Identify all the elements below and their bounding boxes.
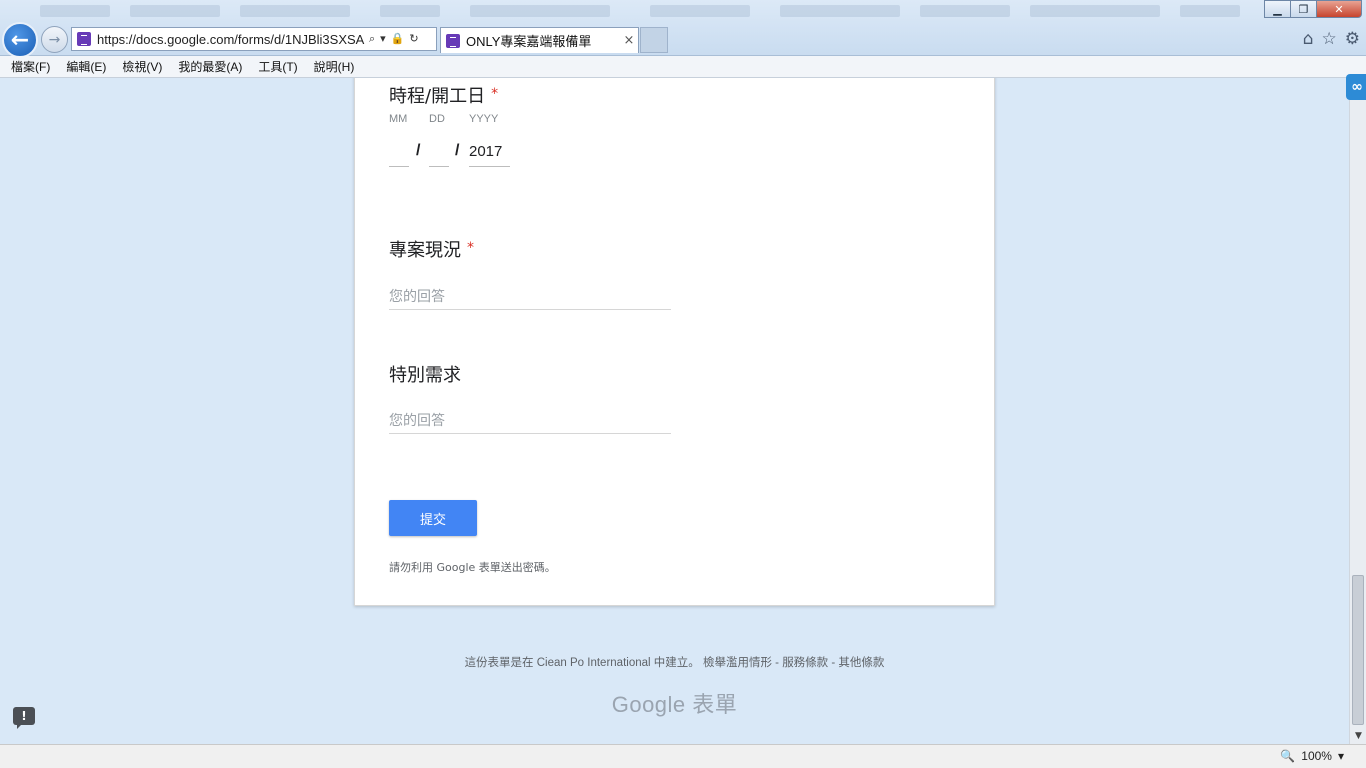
vertical-scrollbar[interactable]: ▲ ▼: [1349, 78, 1366, 744]
footer-separator: -: [828, 657, 839, 669]
dropdown-icon[interactable]: ▾: [380, 32, 386, 46]
background-window-strip: [0, 0, 1260, 22]
scroll-thumb[interactable]: [1352, 575, 1364, 725]
google-forms-logo[interactable]: Google 表單: [0, 687, 1349, 719]
terms-link[interactable]: 服務條款: [782, 657, 828, 669]
date-separator: /: [455, 142, 460, 159]
form-card: 時程/開工日 * MM DD YYYY / / 2017 專案現況 * 您的回答 特…: [354, 78, 995, 606]
page-viewport: 時程/開工日 * MM DD YYYY / / 2017 專案現況 * 您的回答 特…: [0, 78, 1349, 744]
report-abuse-link[interactable]: 檢舉濫用情形: [703, 657, 772, 669]
back-arrow-icon: ←: [10, 27, 30, 53]
new-tab-button[interactable]: [640, 27, 668, 53]
close-window-button[interactable]: ✕: [1316, 0, 1362, 18]
settings-gear-icon[interactable]: ⚙: [1345, 29, 1360, 49]
status-question-title: 專案現況 *: [389, 236, 474, 262]
tab-active[interactable]: ONLY專案嘉端報備單 ×: [440, 27, 639, 53]
day-input[interactable]: [429, 139, 449, 167]
status-question-label: 專案現況: [389, 240, 461, 261]
feedback-icon[interactable]: !: [13, 707, 35, 729]
date-question-label: 時程/開工日: [389, 86, 486, 107]
password-warning: 請勿利用 Google 表單送出密碼。: [389, 561, 556, 574]
form-footer: 這份表單是在 Ciean Po International 中建立。 檢舉濫用情…: [0, 654, 1349, 670]
footer-separator: -: [771, 657, 783, 669]
tab-favicon-icon: [446, 33, 460, 48]
month-label: MM: [389, 113, 408, 125]
tab-close-icon[interactable]: ×: [620, 33, 638, 48]
special-question-title: 特別需求: [389, 361, 461, 387]
forward-button[interactable]: →: [41, 26, 68, 53]
menu-favorites[interactable]: 我的最愛(A): [170, 58, 250, 75]
zoom-dropdown-icon[interactable]: ▾: [1338, 749, 1344, 763]
menu-file[interactable]: 檔案(F): [3, 58, 58, 75]
zoom-level: 100%: [1301, 749, 1332, 763]
date-question-title: 時程/開工日 *: [389, 82, 498, 108]
toolbar-icons: ⌂ ☆ ⚙: [1303, 29, 1360, 49]
menu-edit[interactable]: 編輯(E): [58, 58, 114, 75]
month-input[interactable]: [389, 139, 409, 167]
zoom-control[interactable]: 🔍 100% ▾: [1280, 749, 1344, 763]
forward-arrow-icon: →: [48, 31, 61, 48]
menu-bar: 檔案(F) 編輯(E) 檢視(V) 我的最愛(A) 工具(T) 說明(H): [0, 56, 1366, 78]
lock-icon[interactable]: 🔒: [391, 32, 405, 46]
required-mark: *: [491, 86, 499, 102]
address-url[interactable]: https://docs.google.com/forms/d/1NJBli3S…: [97, 32, 365, 47]
special-answer-input[interactable]: 您的回答: [389, 404, 671, 434]
zoom-icon: 🔍: [1280, 749, 1296, 763]
refresh-icon[interactable]: ↻: [409, 32, 418, 46]
window-controls: ▁ ❐ ✕: [1264, 0, 1362, 18]
status-bar: 🔍 100% ▾: [0, 744, 1366, 768]
favorites-star-icon[interactable]: ☆: [1322, 29, 1337, 49]
menu-view[interactable]: 檢視(V): [114, 58, 170, 75]
year-input[interactable]: 2017: [469, 139, 510, 167]
required-mark: *: [467, 240, 474, 256]
status-answer-input[interactable]: 您的回答: [389, 280, 671, 310]
date-separator: /: [416, 142, 421, 159]
menu-help[interactable]: 說明(H): [306, 58, 363, 75]
forms-favicon-icon: [77, 32, 91, 46]
home-icon[interactable]: ⌂: [1303, 29, 1314, 49]
minimize-button[interactable]: ▁: [1264, 0, 1291, 18]
year-label: YYYY: [469, 113, 499, 125]
menu-tools[interactable]: 工具(T): [250, 58, 305, 75]
tab-title: ONLY專案嘉端報備單: [466, 34, 592, 49]
browser-titlebar: ▁ ❐ ✕ ← → https://docs.google.com/forms/…: [0, 0, 1366, 58]
day-label: DD: [429, 113, 445, 125]
scroll-down-icon[interactable]: ▼: [1350, 728, 1366, 744]
other-terms-link[interactable]: 其他條款: [838, 657, 884, 669]
submit-button[interactable]: 提交: [389, 500, 477, 536]
search-icon[interactable]: ⌕: [369, 32, 375, 46]
address-bar[interactable]: https://docs.google.com/forms/d/1NJBli3S…: [71, 27, 437, 51]
special-question-label: 特別需求: [389, 365, 461, 386]
side-widget-icon[interactable]: ∞: [1346, 74, 1366, 100]
back-button[interactable]: ←: [2, 22, 38, 58]
restore-button[interactable]: ❐: [1290, 0, 1317, 18]
footer-created-text: 這份表單是在 Ciean Po International 中建立。: [464, 657, 700, 669]
